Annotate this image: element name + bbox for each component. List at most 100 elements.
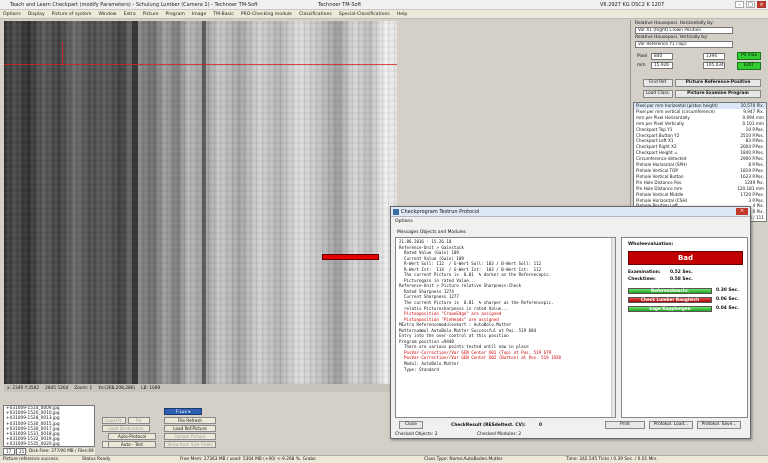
module-time: 0.30 Sec. <box>716 288 739 293</box>
parameter-list: Pixel per mm horizontal (piston height) 1… <box>633 102 767 222</box>
image-info-bar: x: 2349 Y:3582 2845 5264 Zoom: 1 Yo:(268,20… <box>4 384 397 392</box>
window-version: V6.2927 KG DSC2 K 1207 <box>600 2 665 8</box>
image-info-field: LB: 1089 <box>141 385 161 391</box>
menu-item[interactable]: Help <box>397 12 407 17</box>
load-class-button[interactable]: Load Class. <box>643 90 673 98</box>
menu-item[interactable]: Window <box>98 12 116 17</box>
houseposi-vertical-dropdown[interactable]: Var Reference Y1 (Top) <box>635 41 733 48</box>
menu-item[interactable]: PRO-Checking module <box>241 12 292 17</box>
window-center-title: Technoer TM-Soft <box>318 2 362 8</box>
inspection-image[interactable] <box>4 21 397 384</box>
auto-test-button[interactable]: Auto - Test <box>108 441 156 448</box>
image-info-field: x: 2349 Y:3582 <box>7 385 40 391</box>
result-badge: Bad <box>628 251 743 265</box>
menu-item[interactable]: TM-Basic <box>213 12 233 17</box>
picture-ref-positive-button[interactable]: Picture Reference-Positive <box>675 79 761 87</box>
testrun-protocol-dialog: Checkprogram Testrun Protocol × Options … <box>390 206 751 439</box>
app-icon <box>393 209 399 215</box>
houseposi-horizontal-label: Relative Houseposi. Horizontally by: <box>635 21 714 26</box>
file-list-item[interactable]: +031009-1535_0020.jpg <box>4 442 94 446</box>
menu-item[interactable]: Program <box>166 12 185 17</box>
reference-line-horizontal <box>4 64 397 65</box>
mm-value-x[interactable]: 15.926 <box>651 62 673 69</box>
houseposi-vertical-label: Relative Houseposi. Vertically by: <box>635 35 708 40</box>
evaluation-panel: Wholeevaluation: Bad Examination: 0.52 S… <box>621 237 748 418</box>
mm-label: mm <box>637 63 646 68</box>
p0-max-button[interactable]: P0 max <box>737 52 761 60</box>
checktime-value: 0.58 Sec. <box>670 277 693 282</box>
window-controls: – □ × <box>735 1 766 8</box>
menu-item[interactable]: Classifications <box>299 12 332 17</box>
show-item-size-button[interactable]: Show Item Size Fields <box>164 441 216 448</box>
load-ref-picture-button[interactable]: Load Ref.Picture <box>164 425 216 432</box>
menu-item[interactable]: Image <box>192 12 206 17</box>
window-title: Teach and Learn Checkpart (modify Parame… <box>10 2 258 8</box>
update-picture-button[interactable]: Update Picture <box>164 433 216 440</box>
menu-item[interactable]: Options <box>3 12 21 17</box>
module-bar: Check Lumber Baugleich <box>628 297 712 303</box>
file-count-box: 17 <box>3 448 15 455</box>
reference-line-vertical <box>62 42 63 64</box>
image-info-field: Yo:(268,208,286) <box>98 385 136 391</box>
module-bar: Referenzbeschr. <box>628 288 712 294</box>
maximize-button[interactable]: □ <box>746 1 755 8</box>
status-memory: Free Mem: 27363 MB / used: 5304 MB (+00)… <box>180 457 317 462</box>
status-class-type: Class Type: Name:AutoBoden.Mutter <box>424 457 503 462</box>
messages-section-label: Messages Objects and Modules <box>397 230 466 235</box>
image-info-field: Zoom: 1 <box>74 385 93 391</box>
examination-label: Examination: <box>628 270 661 275</box>
protocol-save-button[interactable]: Protokol. Save... <box>697 421 741 429</box>
auto-protocol-button[interactable]: Auto-Protocol <box>108 433 156 440</box>
module-time: 0.06 Sec. <box>716 297 739 302</box>
find-ref-button[interactable]: Find Ref. <box>643 79 673 87</box>
mm-value-y[interactable]: 105.034 <box>703 62 725 69</box>
log-line: Type: Standard <box>399 366 439 372</box>
detected-defect-marker <box>322 254 379 260</box>
print-button[interactable]: Print <box>605 421 645 429</box>
file-index-box: 21 <box>16 448 26 455</box>
disk-free-label: Disk-Free: 377/00 MB / Files:69 <box>27 448 95 455</box>
dialog-close-icon[interactable]: × <box>736 208 748 215</box>
load-pic-button[interactable]: Load Pic. <box>102 417 126 424</box>
status-message: Picture reference success. <box>3 457 60 462</box>
houseposi-horizontal-dropdown[interactable]: Var X1 (Right) Crown Position <box>635 27 733 34</box>
minimize-button[interactable]: – <box>735 1 744 8</box>
dialog-menu-options[interactable]: Options <box>395 219 413 224</box>
menu-item[interactable]: Picture of system <box>52 12 92 17</box>
checked-objects-label: Checked Objects: 2 <box>395 432 438 437</box>
load-destination-button[interactable]: Load Destination <box>102 425 150 432</box>
status-state: Status Ready <box>82 457 111 462</box>
pixel-value-x[interactable]: 840 <box>651 53 673 60</box>
module-time: 0.04 Sec. <box>716 306 739 311</box>
dialog-titlebar: Checkprogram Testrun Protocol × <box>391 207 750 217</box>
dialog-close-button[interactable]: Close <box>399 421 423 429</box>
file-refresh-button[interactable]: File Refresh <box>164 417 216 424</box>
dialog-title: Checkprogram Testrun Protocol <box>401 209 480 215</box>
menu-item[interactable]: Picture <box>143 12 159 17</box>
status-time: Time: 342.545 Ticks / 0.39 Sec. / 0.01 M… <box>566 457 658 462</box>
file-list[interactable]: +031009-1514_0009.jpg +031009-1520_0010.j… <box>3 405 95 447</box>
checked-modules-label: Checked Modules: 2 <box>477 432 522 437</box>
groove-shadow <box>202 21 206 384</box>
pic-button[interactable]: Pic <box>128 417 150 424</box>
checktime-label: Checktime: <box>628 277 656 282</box>
check-result-value: 0 <box>539 423 543 428</box>
lux-dropdown[interactable]: F-Lux ▾ <box>164 408 202 415</box>
pixel-value-y[interactable]: 1394 <box>703 53 725 60</box>
image-info-field: 2845 5264 <box>45 385 69 391</box>
pixel-label: Pixel <box>637 54 648 59</box>
picture-examine-button[interactable]: Picture Examine Program <box>675 90 761 98</box>
protocol-load-button[interactable]: Protokol. Load... <box>649 421 693 429</box>
menu-item[interactable]: Display <box>28 12 45 17</box>
menu-bar: Options Display Picture of system Window Ext… <box>0 10 768 19</box>
edit-button[interactable]: EDIT <box>737 62 761 70</box>
protocol-log[interactable]: 21.06.2016 - 15.26.10 Reference-Unit > Ga… <box>395 237 616 418</box>
status-bar: Picture reference success. Status Ready … <box>0 455 768 463</box>
menu-item[interactable]: Extra <box>124 12 136 17</box>
whole-evaluation-label: Wholeevaluation: <box>628 242 674 247</box>
close-button[interactable]: × <box>757 1 766 8</box>
log-scrollbar[interactable] <box>611 238 615 417</box>
window-titlebar: Teach and Learn Checkpart (modify Parame… <box>0 0 768 10</box>
edge-shadow <box>132 21 138 384</box>
menu-item[interactable]: Special-Classifications <box>339 12 390 17</box>
